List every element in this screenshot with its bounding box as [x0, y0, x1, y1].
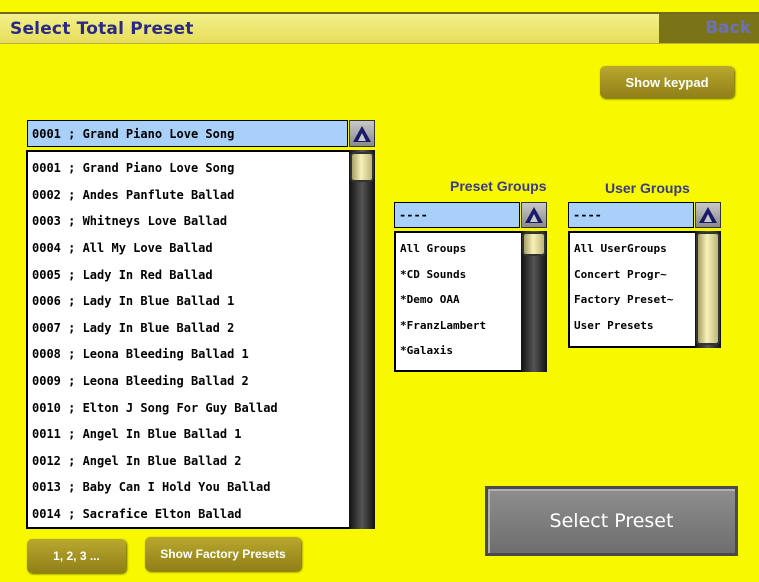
preset-list-item[interactable]: 0014 ; Sacrafice Elton Ballad: [28, 501, 349, 528]
preset-list-item[interactable]: 0005 ; Lady In Red Ballad: [28, 261, 349, 288]
user-group-item[interactable]: User Presets: [570, 313, 694, 339]
preset-scrollbar[interactable]: [349, 150, 375, 529]
user-group-item[interactable]: All UserGroups: [570, 236, 694, 262]
preset-list-item[interactable]: 0001 ; Grand Piano Love Song: [28, 155, 349, 182]
preset-list-item[interactable]: 0009 ; Leona Bleeding Ballad 2: [28, 368, 349, 395]
preset-groups-scroll-up-button[interactable]: [521, 202, 547, 228]
preset-list-item[interactable]: 0013 ; Baby Can I Hold You Ballad: [28, 474, 349, 501]
preset-list-items: 0001 ; Grand Piano Love Song 0002 ; Andes…: [28, 152, 349, 527]
preset-groups-items: All Groups *CD Sounds *Demo OAA *FranzLambe…: [396, 233, 520, 364]
preset-scroll-thumb[interactable]: [350, 152, 374, 182]
preset-group-item[interactable]: *Galaxis: [396, 338, 520, 364]
preset-list-item[interactable]: 0004 ; All My Love Ballad: [28, 235, 349, 262]
preset-list: 0001 ; Grand Piano Love Song 0002 ; Andes…: [26, 150, 375, 529]
preset-list-item[interactable]: 0012 ; Angel In Blue Ballad 2: [28, 448, 349, 475]
user-group-item[interactable]: Concert Progr~: [570, 262, 694, 288]
show-factory-presets-button[interactable]: Show Factory Presets: [145, 537, 301, 571]
preset-list-item[interactable]: 0010 ; Elton J Song For Guy Ballad: [28, 394, 349, 421]
up-arrow-icon: [353, 125, 371, 142]
preset-scroll-up-button[interactable]: [349, 120, 375, 147]
select-preset-button[interactable]: Select Preset: [485, 486, 738, 556]
user-groups-selected-field[interactable]: ----: [568, 202, 694, 228]
user-groups-scroll-thumb[interactable]: [696, 232, 720, 345]
preset-list-item[interactable]: 0006 ; Lady In Blue Ballad 1: [28, 288, 349, 315]
preset-groups-selected-field[interactable]: ----: [394, 202, 520, 228]
preset-group-item[interactable]: *CD Sounds: [396, 262, 520, 288]
preset-list-item[interactable]: 0002 ; Andes Panflute Ballad: [28, 182, 349, 209]
user-groups-scroll-up-button[interactable]: [695, 202, 721, 228]
preset-group-item[interactable]: All Groups: [396, 236, 520, 262]
preset-groups-label: Preset Groups: [450, 178, 547, 194]
title-bar: Select Total Preset Back: [0, 12, 759, 44]
numeric-entry-button[interactable]: 1, 2, 3 ...: [27, 539, 126, 573]
page-title: Select Total Preset: [10, 19, 194, 39]
up-arrow-icon: [699, 207, 717, 223]
preset-group-item[interactable]: *Demo OAA: [396, 287, 520, 313]
preset-groups-scroll-thumb[interactable]: [522, 232, 546, 256]
preset-list-item[interactable]: 0008 ; Leona Bleeding Ballad 1: [28, 341, 349, 368]
preset-list-item[interactable]: 0003 ; Whitneys Love Ballad: [28, 208, 349, 235]
preset-selected-field[interactable]: 0001 ; Grand Piano Love Song: [27, 120, 348, 147]
user-groups-label: User Groups: [605, 180, 690, 196]
show-keypad-button[interactable]: Show keypad: [600, 66, 734, 98]
user-groups-scrollbar[interactable]: [695, 231, 721, 348]
preset-list-item[interactable]: 0011 ; Angel In Blue Ballad 1: [28, 421, 349, 448]
up-arrow-icon: [525, 207, 543, 223]
preset-groups-scrollbar[interactable]: [521, 231, 547, 372]
preset-group-item[interactable]: *FranzLambert: [396, 313, 520, 339]
back-button[interactable]: Back: [659, 14, 759, 43]
user-group-item[interactable]: Factory Preset~: [570, 287, 694, 313]
user-groups-items: All UserGroups Concert Progr~ Factory Pres…: [570, 233, 694, 338]
preset-list-item[interactable]: 0007 ; Lady In Blue Ballad 2: [28, 315, 349, 342]
